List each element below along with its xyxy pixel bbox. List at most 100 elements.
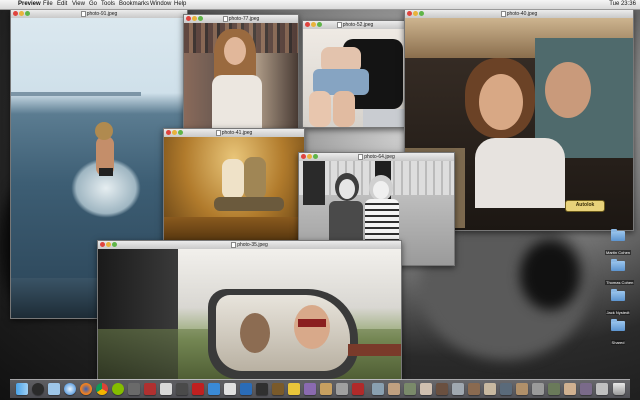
close-button[interactable] [186,16,191,21]
app-icon[interactable] [288,383,300,395]
window-title: photo-91.jpeg [86,11,118,17]
app-icon[interactable] [128,383,140,395]
zoom-button[interactable] [178,130,183,135]
app-icon[interactable] [336,383,348,395]
photo-image [184,23,298,132]
photo-image [303,29,407,127]
firefox-icon[interactable] [80,383,92,395]
dock-photo-thumbnail[interactable] [388,383,400,395]
folder-label: Thomas Cohen [605,280,635,285]
minimize-button[interactable] [311,22,316,27]
document-icon [336,21,342,28]
preview-window-photo-52[interactable]: photo-52.jpeg [302,20,408,128]
document-icon [231,241,237,248]
app-icon[interactable] [208,383,220,395]
desktop-folder-shared[interactable]: Shared [605,319,631,349]
dock-photo-thumbnail[interactable] [500,383,512,395]
dock-photo-thumbnail[interactable] [372,383,384,395]
menu-app-preview[interactable]: Preview [18,0,41,9]
dock-photo-thumbnail[interactable] [436,383,448,395]
app-icon[interactable] [240,383,252,395]
app-icon[interactable] [352,383,364,395]
folder-icon [611,289,625,301]
document-icon [80,10,86,17]
app-icon[interactable] [224,383,236,395]
dock-photo-thumbnail[interactable] [452,383,464,395]
window-title: photo-77.jpeg [228,16,260,22]
app-icon[interactable] [176,383,188,395]
app-icon[interactable] [304,383,316,395]
app-icon[interactable] [272,383,284,395]
menu-view[interactable]: View [72,0,85,9]
close-button[interactable] [166,130,171,135]
app-icon[interactable] [192,383,204,395]
spotify-icon[interactable] [112,383,124,395]
menu-bar: Preview File Edit View Go Tools Bookmark… [0,0,640,10]
safari-icon[interactable] [64,383,76,395]
mail-icon[interactable] [48,383,60,395]
zoom-button[interactable] [313,154,318,159]
preview-window-photo-35[interactable]: photo-35.jpeg [97,240,402,380]
desktop-folder-thomas-cohen[interactable]: Thomas Cohen [605,259,635,289]
zoom-button[interactable] [25,11,30,16]
window-title: photo-52.jpeg [342,22,374,28]
window-title: photo-64.jpeg [364,154,395,160]
finder-icon[interactable] [16,383,28,395]
close-button[interactable] [301,154,306,159]
desktop-blur-shape [520,240,580,310]
app-icon[interactable] [256,383,268,395]
minimize-button[interactable] [413,11,418,16]
close-button[interactable] [13,11,18,16]
menu-go[interactable]: Go [89,0,97,9]
close-button[interactable] [100,242,105,247]
dock-photo-thumbnail[interactable] [420,383,432,395]
dock-photo-thumbnail[interactable] [580,383,592,395]
dock-photo-thumbnail[interactable] [484,383,496,395]
document-icon [500,10,506,17]
preview-window-photo-41[interactable]: photo-41.jpeg [163,128,305,247]
dock-photo-thumbnail[interactable] [564,383,576,395]
minimize-button[interactable] [19,11,24,16]
folder-icon [611,229,625,241]
minimize-button[interactable] [307,154,312,159]
dock-photo-thumbnail[interactable] [516,383,528,395]
dock-photo-thumbnail[interactable] [468,383,480,395]
window-title: photo-40.jpeg [506,11,538,17]
photo-image [164,137,304,246]
dock-photo-thumbnail[interactable] [532,383,544,395]
window-title: photo-35.jpeg [237,242,268,248]
app-icon[interactable] [160,383,172,395]
minimize-button[interactable] [172,130,177,135]
app-icon[interactable] [320,383,332,395]
desktop-folder-jack-nystedt[interactable]: Jack Nystedt [605,289,631,319]
document-icon [358,153,364,160]
menu-tools[interactable]: Tools [101,0,115,9]
dock-photo-thumbnail[interactable] [548,383,560,395]
chrome-icon[interactable] [96,383,108,395]
minimize-button[interactable] [106,242,111,247]
minimize-button[interactable] [192,16,197,21]
menu-clock[interactable]: Tue 23:36 [609,0,636,9]
zoom-button[interactable] [317,22,322,27]
trash-icon[interactable] [613,383,625,395]
photo-booth-icon[interactable] [144,383,156,395]
zoom-button[interactable] [198,16,203,21]
photo-image [98,249,401,379]
close-button[interactable] [407,11,412,16]
dock-photo-thumbnail[interactable] [596,383,608,395]
dashboard-icon[interactable] [32,383,44,395]
desktop-folder-martin-cohen[interactable]: Martin Cohen [605,229,632,259]
menu-bookmarks[interactable]: Bookmarks [119,0,149,9]
preview-window-photo-77[interactable]: photo-77.jpeg [183,14,299,133]
dock-photo-thumbnail[interactable] [404,383,416,395]
folder-icon [611,319,625,331]
menu-help[interactable]: Help [174,0,186,9]
window-title: photo-41.jpeg [221,130,253,136]
menu-file[interactable]: File [43,0,53,9]
menu-edit[interactable]: Edit [57,0,67,9]
zoom-button[interactable] [112,242,117,247]
menu-window[interactable]: Window [150,0,171,9]
folder-label: Jack Nystedt [605,310,631,315]
close-button[interactable] [305,22,310,27]
zoom-button[interactable] [419,11,424,16]
